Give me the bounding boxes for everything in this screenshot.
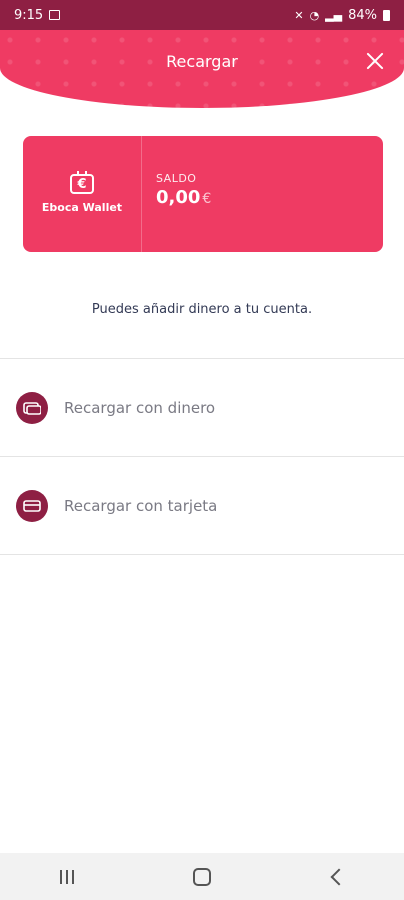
wallet-name: Eboca Wallet xyxy=(41,201,123,214)
info-text: Puedes añadir dinero a tu cuenta. xyxy=(91,302,313,317)
wallet-balance: SALDO 0,00 € xyxy=(142,136,211,252)
home-button[interactable] xyxy=(182,862,222,892)
recents-button[interactable] xyxy=(47,862,87,892)
header: Recargar xyxy=(0,30,404,108)
option-recharge-cash[interactable]: Recargar con dinero xyxy=(0,359,404,456)
wifi-icon: ◔ xyxy=(309,8,320,22)
image-notification-icon xyxy=(49,10,61,20)
home-icon xyxy=(192,867,211,886)
balance-value: 0,00 € xyxy=(156,187,211,208)
status-time: 9:15 xyxy=(14,7,44,23)
battery-percent: 84% xyxy=(348,7,377,23)
recents-icon xyxy=(60,869,75,884)
wallet-card: € Eboca Wallet SALDO 0,00 € xyxy=(23,136,383,252)
balance-label: SALDO xyxy=(156,172,197,185)
option-recharge-card[interactable]: Recargar con tarjeta xyxy=(0,457,404,554)
balance-amount: 0,00 xyxy=(156,187,201,208)
wallet-calendar-euro-icon: € xyxy=(70,171,94,194)
battery-icon xyxy=(383,9,390,21)
wallet-brand: € Eboca Wallet xyxy=(23,136,142,252)
cash-icon xyxy=(16,391,48,424)
option-label: Recargar con dinero xyxy=(64,398,216,417)
back-icon xyxy=(330,868,348,885)
page-title: Recargar xyxy=(166,52,238,71)
signal-icon: ▂▄ xyxy=(325,8,343,22)
system-nav-bar xyxy=(0,853,404,900)
close-button[interactable] xyxy=(364,50,386,72)
balance-currency: € xyxy=(202,191,212,207)
divider xyxy=(0,554,404,555)
option-label: Recargar con tarjeta xyxy=(64,496,218,515)
credit-card-icon xyxy=(16,489,48,522)
mute-icon: ✕ xyxy=(294,8,304,22)
back-button[interactable] xyxy=(317,862,357,892)
wallet-icon-letter: € xyxy=(77,176,87,192)
status-bar: 9:15 ✕ ◔ ▂▄ 84% xyxy=(0,0,404,30)
